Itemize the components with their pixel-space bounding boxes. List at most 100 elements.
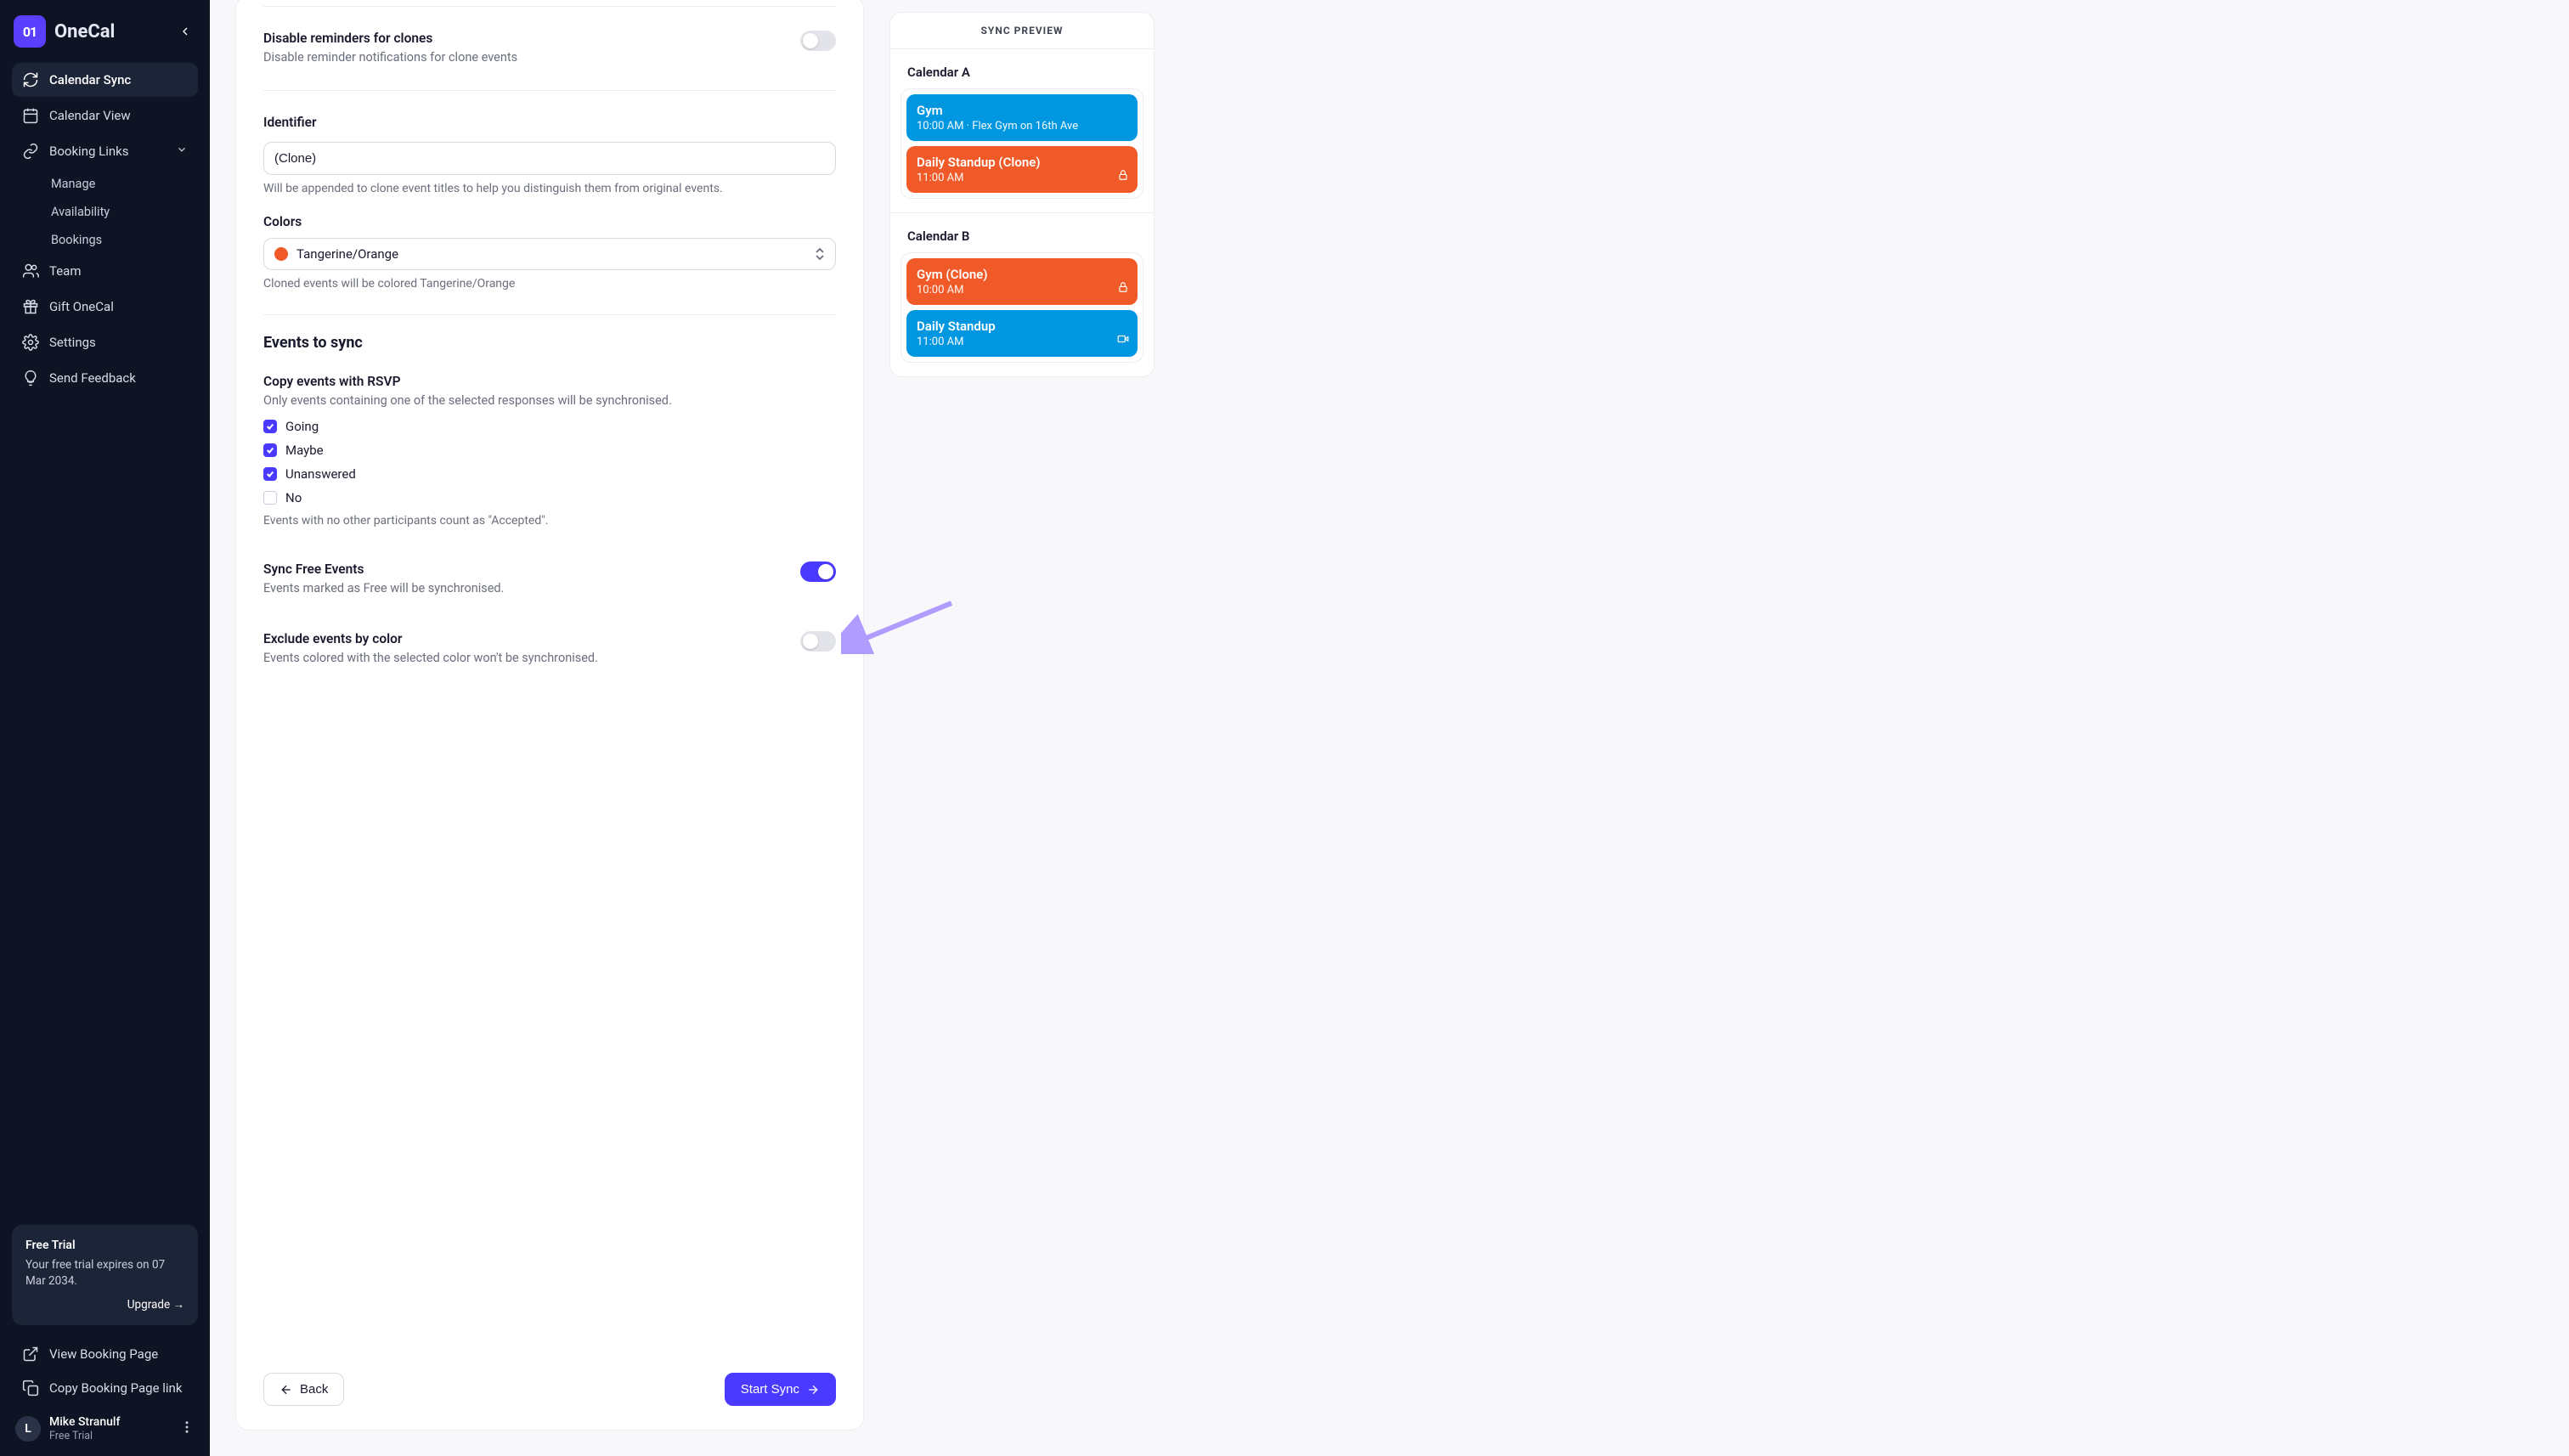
footer-link-label: Copy Booking Page link xyxy=(49,1380,182,1396)
rsvp-note: Events with no other participants count … xyxy=(263,514,836,528)
checkbox-icon xyxy=(263,467,277,481)
sidebar-sub-availability[interactable]: Availability xyxy=(12,198,198,226)
logo-text: OneCal xyxy=(54,21,115,42)
row-desc: Events marked as Free will be synchronis… xyxy=(263,580,504,597)
sync-free-row: Sync Free Events Events marked as Free w… xyxy=(263,545,836,614)
row-title: Disable reminders for clones xyxy=(263,31,517,46)
back-button[interactable]: Back xyxy=(263,1373,344,1406)
video-icon xyxy=(1117,333,1129,348)
check-label: No xyxy=(285,490,302,505)
rsvp-option-maybe[interactable]: Maybe xyxy=(263,443,836,458)
check-label: Maybe xyxy=(285,443,324,458)
event-title: Daily Standup (Clone) xyxy=(917,155,1127,170)
colors-value: Tangerine/Orange xyxy=(296,246,398,262)
button-label: Start Sync xyxy=(741,1382,799,1397)
event-title: Daily Standup xyxy=(917,319,1127,334)
sidebar-item-calendar-view[interactable]: Calendar View xyxy=(12,99,198,133)
rsvp-desc: Only events containing one of the select… xyxy=(263,392,836,409)
sidebar-item-label: Team xyxy=(49,263,82,279)
calendar-a-label: Calendar A xyxy=(901,59,1143,88)
view-booking-page-link[interactable]: View Booking Page xyxy=(0,1337,210,1371)
preview-header: SYNC PREVIEW xyxy=(890,13,1154,49)
chevron-left-icon xyxy=(178,25,192,38)
preview-event: Gym 10:00 AM · Flex Gym on 16th Ave xyxy=(906,94,1138,141)
exclude-color-row: Exclude events by color Events colored w… xyxy=(263,614,836,684)
row-desc: Disable reminder notifications for clone… xyxy=(263,49,517,66)
preview-card: SYNC PREVIEW Calendar A Gym 10:00 AM · F… xyxy=(889,12,1155,377)
identifier-label: Identifier xyxy=(263,115,836,130)
main-content: Disable reminders for clones Disable rem… xyxy=(210,0,2569,1456)
sidebar-item-label: Calendar Sync xyxy=(49,72,131,87)
lock-icon xyxy=(1117,281,1129,296)
trial-body: Your free trial expires on 07 Mar 2034. xyxy=(25,1257,184,1290)
rsvp-title: Copy events with RSVP xyxy=(263,374,836,389)
sidebar-item-booking-links[interactable]: Booking Links xyxy=(12,134,198,168)
calendar-b-events: Gym (Clone) 10:00 AM Daily Standup 11:00… xyxy=(901,252,1143,363)
checkbox-icon xyxy=(263,443,277,457)
link-icon xyxy=(22,143,39,160)
user-menu-button[interactable] xyxy=(179,1419,195,1438)
user-name: Mike Stranulf xyxy=(49,1415,120,1430)
check-label: Unanswered xyxy=(285,466,356,482)
start-sync-button[interactable]: Start Sync xyxy=(725,1373,836,1406)
sync-settings-card: Disable reminders for clones Disable rem… xyxy=(235,0,864,1431)
sidebar-item-label: Settings xyxy=(49,335,96,350)
arrow-right-icon xyxy=(806,1383,820,1397)
gear-icon xyxy=(22,334,39,351)
lock-icon xyxy=(1117,169,1129,184)
button-label: Back xyxy=(300,1382,328,1397)
sidebar-item-calendar-sync[interactable]: Calendar Sync xyxy=(12,63,198,97)
color-swatch xyxy=(274,247,288,261)
identifier-input[interactable] xyxy=(263,142,836,175)
rsvp-option-going[interactable]: Going xyxy=(263,419,836,434)
external-link-icon xyxy=(22,1346,39,1363)
sync-free-toggle[interactable] xyxy=(800,562,836,582)
event-title: Gym (Clone) xyxy=(917,267,1127,282)
sidebar: 01 OneCal Calendar Sync Calendar View Bo… xyxy=(0,0,210,1456)
gift-icon xyxy=(22,298,39,315)
copy-icon xyxy=(22,1380,39,1397)
calendar-b-block: Calendar B Gym (Clone) 10:00 AM Daily St… xyxy=(890,212,1154,376)
event-title: Gym xyxy=(917,103,1127,118)
sidebar-item-feedback[interactable]: Send Feedback xyxy=(12,361,198,395)
collapse-sidebar-button[interactable] xyxy=(174,20,196,42)
calendar-a-block: Calendar A Gym 10:00 AM · Flex Gym on 16… xyxy=(890,49,1154,212)
calendar-b-label: Calendar B xyxy=(901,223,1143,252)
checkbox-icon xyxy=(263,491,277,505)
events-to-sync-heading: Events to sync xyxy=(263,315,836,357)
copy-booking-page-link[interactable]: Copy Booking Page link xyxy=(0,1371,210,1405)
disable-reminders-toggle[interactable] xyxy=(800,31,836,51)
identifier-row: Identifier Will be appended to clone eve… xyxy=(263,91,836,314)
rsvp-option-no[interactable]: No xyxy=(263,490,836,505)
arrow-left-icon xyxy=(279,1383,293,1397)
event-subtitle: 11:00 AM xyxy=(917,336,1127,348)
identifier-help: Will be appended to clone event titles t… xyxy=(263,182,836,195)
sidebar-sub-bookings[interactable]: Bookings xyxy=(12,226,198,254)
preview-event: Daily Standup (Clone) 11:00 AM xyxy=(906,146,1138,193)
colors-label: Colors xyxy=(263,214,836,229)
colors-select[interactable]: Tangerine/Orange xyxy=(263,238,836,270)
sidebar-item-settings[interactable]: Settings xyxy=(12,325,198,359)
team-icon xyxy=(22,262,39,279)
sidebar-item-team[interactable]: Team xyxy=(12,254,198,288)
checkbox-icon xyxy=(263,420,277,433)
event-subtitle: 10:00 AM xyxy=(917,284,1127,296)
card-footer: Back Start Sync xyxy=(263,1352,836,1406)
calendar-icon xyxy=(22,107,39,124)
sidebar-item-gift[interactable]: Gift OneCal xyxy=(12,290,198,324)
trial-card: Free Trial Your free trial expires on 07… xyxy=(12,1225,198,1325)
avatar: L xyxy=(15,1416,41,1442)
exclude-color-toggle[interactable] xyxy=(800,631,836,652)
lightbulb-icon xyxy=(22,370,39,387)
upgrade-link[interactable]: Upgrade → xyxy=(25,1298,184,1312)
row-desc: Events colored with the selected color w… xyxy=(263,650,598,667)
event-subtitle: 10:00 AM · Flex Gym on 16th Ave xyxy=(917,120,1127,133)
sidebar-sub-manage[interactable]: Manage xyxy=(12,170,198,198)
chevron-down-icon xyxy=(176,144,188,159)
preview-event: Gym (Clone) 10:00 AM xyxy=(906,258,1138,305)
rsvp-row: Copy events with RSVP Only events contai… xyxy=(263,357,836,544)
rsvp-option-unanswered[interactable]: Unanswered xyxy=(263,466,836,482)
logo-mark: 01 xyxy=(14,15,46,48)
select-chevrons-icon xyxy=(815,247,825,261)
primary-nav: Calendar Sync Calendar View Booking Link… xyxy=(0,63,210,397)
